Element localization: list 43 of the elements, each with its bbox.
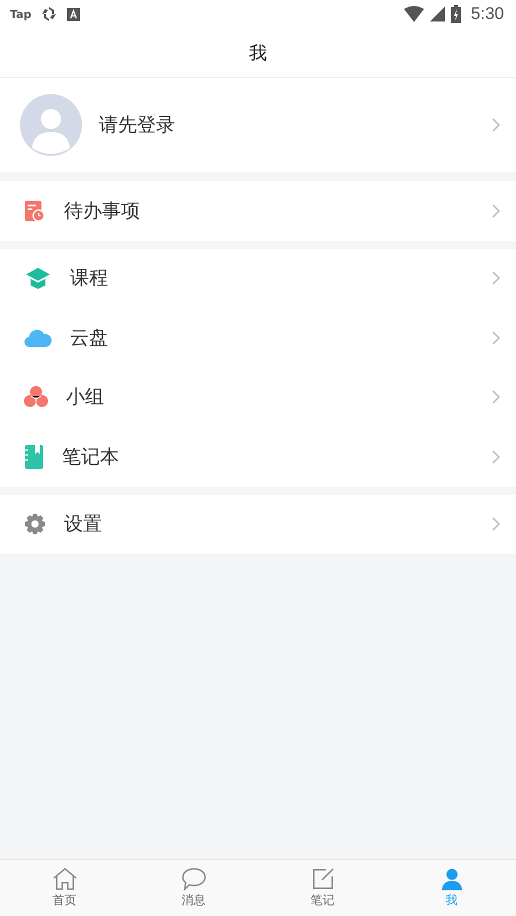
login-prompt: 请先登录 [99,113,176,138]
wifi-icon [404,6,424,22]
speech-bubble-icon [180,867,206,891]
chevron-icon [492,517,500,532]
page-title: 我 [249,42,267,64]
clock-time: 5:30 [470,4,504,24]
menu-item[interactable]: 小组 [0,368,516,427]
menu-item[interactable]: 待办事项 [0,181,516,240]
calendar-clock-icon [24,198,46,223]
tab-item[interactable]: 首页 [0,860,129,916]
app-label: Tap [10,8,32,20]
menu-label: 课程 [69,266,109,292]
text-icon [67,8,80,20]
chevron-icon [492,271,500,286]
chevron-icon [492,330,500,345]
tab-item[interactable]: 消息 [129,860,258,916]
avatar-icon [20,94,82,156]
edit-icon [310,867,334,891]
menu-item[interactable]: 课程 [0,248,516,308]
cloud-icon [24,328,52,348]
home-icon [52,867,78,891]
profile-row[interactable]: 请先登录 [0,78,516,172]
tab-item[interactable]: 笔记 [258,860,387,916]
chevron-icon [492,450,500,464]
menu-label: 设置 [63,512,103,538]
menu-label: 笔记本 [61,444,120,470]
menu-item[interactable]: 设置 [0,494,516,554]
menu-label: 待办事项 [63,198,141,224]
menu-item[interactable]: 云盘 [0,308,516,368]
menu-label: 小组 [65,385,105,410]
signal-icon [430,6,445,22]
chevron-icon [492,204,500,218]
battery-icon [450,5,461,23]
refresh-icon [41,6,58,22]
menu-item[interactable]: 笔记本 [0,427,516,486]
settings-icon [24,513,46,536]
person-icon [440,867,464,891]
chevron-icon [492,118,500,132]
circles-icon [24,386,48,408]
notebook-icon [24,444,44,469]
menu-label: 云盘 [69,326,109,351]
graduation-cap-icon [24,267,52,290]
chevron-icon [492,390,500,404]
